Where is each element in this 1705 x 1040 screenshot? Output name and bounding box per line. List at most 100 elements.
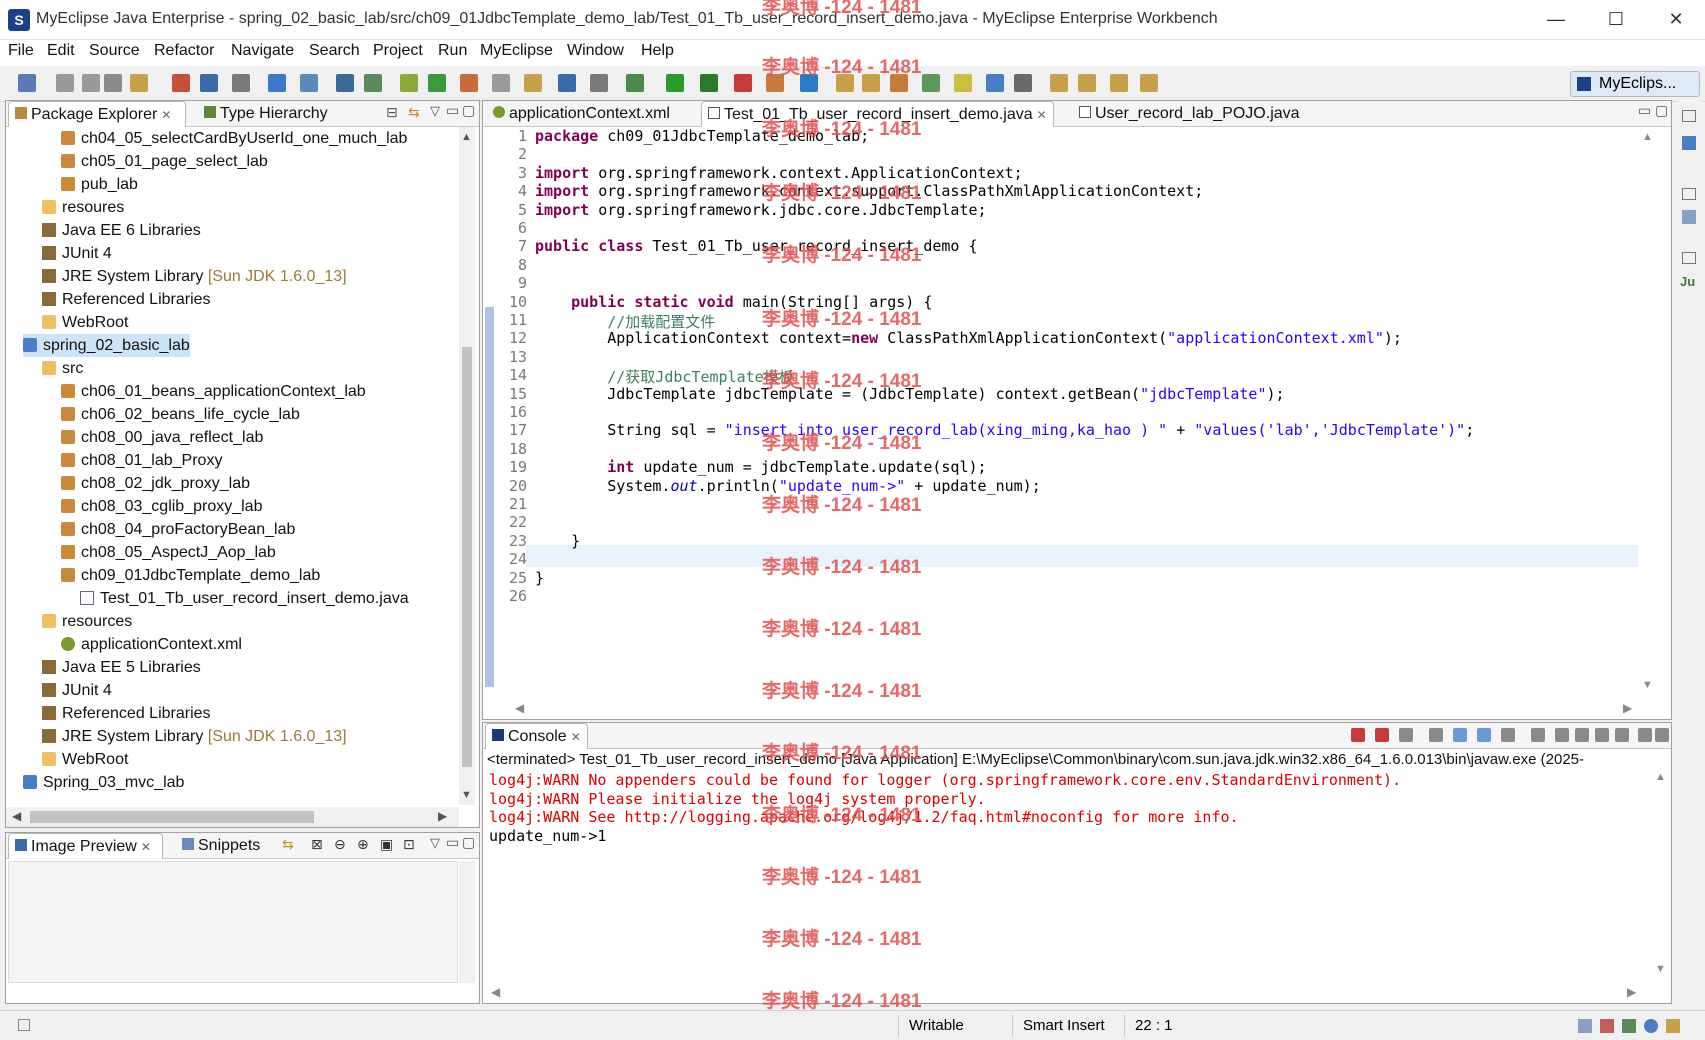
toolbar-button-icon[interactable] bbox=[460, 74, 478, 92]
close-button[interactable]: ✕ bbox=[1650, 0, 1702, 40]
tree-item[interactable]: ch05_01_page_select_lab bbox=[61, 150, 268, 173]
tree-item[interactable]: Java EE 6 Libraries bbox=[42, 219, 201, 242]
actual-size-icon[interactable]: ▣ bbox=[380, 836, 393, 853]
tab-type-hierarchy[interactable]: Type Hierarchy bbox=[198, 101, 334, 127]
toolbar-button-icon[interactable] bbox=[130, 74, 148, 92]
zoom-in-icon[interactable]: ⊕ bbox=[357, 836, 369, 853]
toolbar-button-icon[interactable] bbox=[1050, 74, 1068, 92]
close-icon[interactable]: ✕ bbox=[1037, 108, 1047, 122]
toolbar-button-icon[interactable] bbox=[800, 74, 818, 92]
toolbar-button-icon[interactable] bbox=[986, 74, 1004, 92]
toolbar-button-icon[interactable] bbox=[862, 74, 880, 92]
tree-item[interactable]: WebRoot bbox=[42, 748, 128, 771]
console-toolbar-icon[interactable] bbox=[1399, 728, 1413, 742]
tab-package-explorer[interactable]: Package Explorer ✕ bbox=[8, 101, 186, 127]
tree-item[interactable]: ch04_05_selectCardByUserId_one_much_lab bbox=[61, 127, 407, 150]
link-with-editor-icon[interactable]: ⇆ bbox=[408, 104, 420, 121]
tree-item[interactable]: ch08_01_lab_Proxy bbox=[61, 449, 222, 472]
menu-file[interactable]: File bbox=[5, 42, 37, 60]
tree-item[interactable]: ch06_01_beans_applicationContext_lab bbox=[61, 380, 366, 403]
console-toolbar-icon[interactable] bbox=[1655, 728, 1669, 742]
tab-user-record-pojo-java[interactable]: User_record_lab_POJO.java bbox=[1073, 101, 1306, 127]
collapse-all-icon[interactable]: ⊟ bbox=[386, 104, 398, 121]
console-toolbar-icon[interactable] bbox=[1555, 728, 1569, 742]
tree-item[interactable]: Spring_03_mvc_lab bbox=[23, 771, 184, 794]
tree-item[interactable]: JUnit 4 bbox=[42, 242, 112, 265]
tree-item[interactable]: JRE System Library [Sun JDK 1.6.0_13] bbox=[42, 265, 347, 288]
console-output[interactable]: log4j:WARN No appenders could be found f… bbox=[483, 771, 1649, 983]
menu-source[interactable]: Source bbox=[86, 42, 143, 60]
menu-myeclipse[interactable]: MyEclipse bbox=[477, 42, 556, 60]
console-toolbar-icon[interactable] bbox=[1453, 728, 1467, 742]
console-toolbar-icon[interactable] bbox=[1477, 728, 1491, 742]
menu-search[interactable]: Search bbox=[306, 42, 363, 60]
tree-item[interactable]: Referenced Libraries bbox=[42, 288, 211, 311]
toolbar-button-icon[interactable] bbox=[1078, 74, 1096, 92]
toolbar-button-icon[interactable] bbox=[336, 74, 354, 92]
maximize-view-icon[interactable]: ▢ bbox=[1655, 102, 1668, 119]
tray-icon[interactable] bbox=[1666, 1019, 1680, 1033]
toolbar-button-icon[interactable] bbox=[56, 74, 74, 92]
toolbar-button-icon[interactable] bbox=[200, 74, 218, 92]
toolbar-button-icon[interactable] bbox=[1110, 74, 1128, 92]
toolbar-button-icon[interactable] bbox=[364, 74, 382, 92]
minimize-button[interactable]: — bbox=[1530, 0, 1582, 40]
view-menu-icon[interactable]: ▽ bbox=[430, 835, 440, 851]
tree-item[interactable]: ch06_02_beans_life_cycle_lab bbox=[61, 403, 300, 426]
console-toolbar-icon[interactable] bbox=[1375, 728, 1389, 742]
tree-item[interactable]: Test_01_Tb_user_record_insert_demo.java bbox=[80, 587, 409, 610]
editor-vertical-scrollbar[interactable]: ▲ ▼ bbox=[1640, 127, 1656, 699]
tree-item[interactable]: JUnit 4 bbox=[42, 679, 112, 702]
tree-item[interactable]: ch08_02_jdk_proxy_lab bbox=[61, 472, 250, 495]
maximize-button[interactable]: ☐ bbox=[1590, 0, 1642, 40]
toolbar-button-icon[interactable] bbox=[268, 74, 286, 92]
tree-item[interactable]: ch08_04_proFactoryBean_lab bbox=[61, 518, 295, 541]
menu-edit[interactable]: Edit bbox=[44, 42, 78, 60]
editor-horizontal-scrollbar[interactable]: ◀ ▶ bbox=[495, 699, 1640, 719]
tree-item[interactable]: ch08_05_AspectJ_Aop_lab bbox=[61, 541, 276, 564]
scrollbar-thumb[interactable] bbox=[30, 811, 314, 823]
tree-item[interactable]: pub_lab bbox=[61, 173, 138, 196]
toolbar-button-icon[interactable] bbox=[890, 74, 908, 92]
code-line[interactable]: String sql = "insert into user_record_la… bbox=[535, 421, 1474, 439]
perspective-switcher[interactable]: MyEclips... bbox=[1570, 71, 1700, 97]
tab-test-01-java[interactable]: Test_01_Tb_user_record_insert_demo.java ✕ bbox=[701, 101, 1054, 127]
close-icon[interactable]: ✕ bbox=[571, 730, 581, 744]
fast-view-icon[interactable] bbox=[18, 1019, 30, 1031]
toolbar-button-icon[interactable] bbox=[626, 74, 644, 92]
restore-view-icon[interactable] bbox=[1682, 188, 1696, 200]
preview-vertical-scrollbar[interactable] bbox=[459, 861, 475, 983]
console-toolbar-icon[interactable] bbox=[1501, 728, 1515, 742]
menu-window[interactable]: Window bbox=[564, 42, 627, 60]
menu-refactor[interactable]: Refactor bbox=[151, 42, 217, 60]
link-icon[interactable]: ⇆ bbox=[282, 836, 294, 853]
console-toolbar-icon[interactable] bbox=[1615, 728, 1629, 742]
toolbar-button-icon[interactable] bbox=[836, 74, 854, 92]
tray-icon[interactable] bbox=[1644, 1019, 1658, 1033]
fit-image-icon[interactable]: ⊠ bbox=[311, 836, 323, 853]
console-vertical-scrollbar[interactable]: ▲ ▼ bbox=[1653, 771, 1669, 983]
code-line[interactable]: package ch09_01JdbcTemplate_demo_lab; bbox=[535, 127, 869, 145]
tree-item[interactable]: resources bbox=[42, 610, 132, 633]
tree-item[interactable]: ch09_01JdbcTemplate_demo_lab bbox=[61, 564, 320, 587]
menu-run[interactable]: Run bbox=[435, 42, 470, 60]
code-line[interactable]: import org.springframework.context.Appli… bbox=[535, 164, 1023, 182]
tree-item[interactable]: ch08_03_cglib_proxy_lab bbox=[61, 495, 262, 518]
console-toolbar-icon[interactable] bbox=[1429, 728, 1443, 742]
tab-application-context-xml[interactable]: applicationContext.xml bbox=[487, 101, 676, 127]
tree-item[interactable]: WebRoot bbox=[42, 311, 128, 334]
code-line[interactable]: JdbcTemplate jdbcTemplate = (JdbcTemplat… bbox=[535, 385, 1284, 403]
minimize-view-icon[interactable]: ▭ bbox=[446, 102, 459, 119]
task-list-icon[interactable] bbox=[1682, 210, 1696, 224]
toolbar-button-icon[interactable] bbox=[590, 74, 608, 92]
code-line[interactable]: } bbox=[535, 569, 544, 587]
toolbar-button-icon[interactable] bbox=[172, 74, 190, 92]
toolbar-button-icon[interactable] bbox=[766, 74, 784, 92]
close-icon[interactable]: ✕ bbox=[161, 108, 171, 122]
close-icon[interactable]: ✕ bbox=[141, 840, 151, 854]
zoom-out-icon[interactable]: ⊖ bbox=[334, 836, 346, 853]
tree-item[interactable]: ch08_00_java_reflect_lab bbox=[61, 426, 263, 449]
menu-project[interactable]: Project bbox=[370, 42, 426, 60]
restore-view-icon[interactable] bbox=[1682, 252, 1696, 264]
tray-icon[interactable] bbox=[1600, 1019, 1614, 1033]
